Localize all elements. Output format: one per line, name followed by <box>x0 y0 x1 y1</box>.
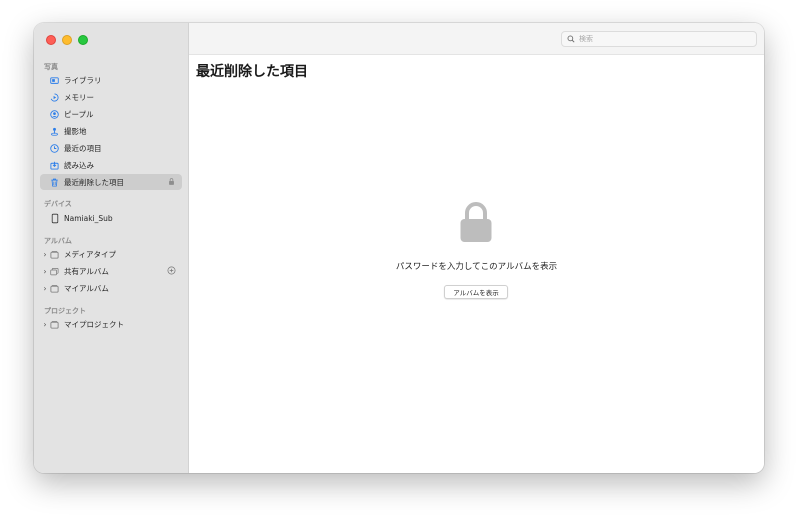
section-title-devices: デバイス <box>44 200 72 208</box>
sidebar-item-label: ピープル <box>64 109 94 119</box>
toolbar <box>189 23 764 55</box>
folder-icon <box>50 284 59 293</box>
chevron-right-icon[interactable]: › <box>42 250 48 259</box>
sidebar-item-label: 撮影地 <box>64 126 87 136</box>
sidebar-item-label: ライブラリ <box>64 75 102 85</box>
lock-icon <box>460 202 492 242</box>
add-circle-icon[interactable] <box>167 266 176 275</box>
sidebar-item-my-projects[interactable]: › マイプロジェクト <box>40 316 182 332</box>
sidebar-item-media-types[interactable]: › メディアタイプ <box>40 246 182 262</box>
recents-icon <box>50 143 59 153</box>
page-title: 最近削除した項目 <box>196 64 308 80</box>
sidebar-item-shared-albums[interactable]: › 共有アルバム <box>40 263 182 279</box>
memories-icon <box>50 92 59 102</box>
folder-icon <box>50 320 59 329</box>
sidebar-item-recently-deleted[interactable]: 最近削除した項目 <box>40 174 182 190</box>
chevron-right-icon[interactable]: › <box>42 267 48 276</box>
sidebar-item-label: 共有アルバム <box>64 266 109 276</box>
search-input[interactable] <box>579 35 739 43</box>
section-title-photos: 写真 <box>44 63 58 71</box>
search-field[interactable] <box>561 31 757 47</box>
show-album-button[interactable]: アルバムを表示 <box>444 285 508 299</box>
sidebar-item-my-albums[interactable]: › マイアルバム <box>40 280 182 296</box>
sidebar: 写真 ライブラリ メモリー ピープル 撮影地 最近の項目 読み込み 最近削除した… <box>34 23 189 473</box>
section-title-albums: アルバム <box>44 237 72 245</box>
sidebar-item-library[interactable]: ライブラリ <box>40 72 182 88</box>
sidebar-item-label: Namiaki_Sub <box>64 213 113 223</box>
sidebar-item-people[interactable]: ピープル <box>40 106 182 122</box>
section-title-projects: プロジェクト <box>44 307 86 315</box>
sidebar-item-label: 読み込み <box>64 160 94 170</box>
folder-icon <box>50 250 59 259</box>
zoom-window-button[interactable] <box>78 35 88 45</box>
sidebar-item-label: マイアルバム <box>64 283 109 293</box>
window-controls <box>46 35 88 45</box>
search-icon <box>567 35 575 43</box>
chevron-right-icon[interactable]: › <box>42 320 48 329</box>
sidebar-item-label: メモリー <box>64 92 94 102</box>
sidebar-item-label: マイプロジェクト <box>64 319 124 329</box>
close-window-button[interactable] <box>46 35 56 45</box>
sidebar-item-label: 最近削除した項目 <box>64 177 124 187</box>
minimize-window-button[interactable] <box>62 35 72 45</box>
photos-window: 写真 ライブラリ メモリー ピープル 撮影地 最近の項目 読み込み 最近削除した… <box>34 23 764 473</box>
people-icon <box>50 109 59 119</box>
sidebar-item-device-namiaki-sub[interactable]: Namiaki_Sub <box>40 210 182 226</box>
sidebar-item-imports[interactable]: 読み込み <box>40 157 182 173</box>
chevron-right-icon[interactable]: › <box>42 284 48 293</box>
main-content: 最近削除した項目 パスワードを入力してこのアルバムを表示 アルバムを表示 <box>189 23 764 473</box>
trash-icon <box>50 178 59 187</box>
places-icon <box>50 127 59 136</box>
sidebar-item-places[interactable]: 撮影地 <box>40 123 182 139</box>
sidebar-item-recents[interactable]: 最近の項目 <box>40 140 182 156</box>
sidebar-item-memories[interactable]: メモリー <box>40 89 182 105</box>
library-icon <box>50 76 59 85</box>
locked-message: パスワードを入力してこのアルバムを表示 <box>395 262 558 272</box>
sidebar-item-label: メディアタイプ <box>64 249 116 259</box>
lock-icon <box>169 178 174 185</box>
shared-album-icon <box>50 267 59 276</box>
imports-icon <box>50 161 59 170</box>
phone-icon <box>50 213 59 223</box>
sidebar-item-label: 最近の項目 <box>64 143 102 153</box>
